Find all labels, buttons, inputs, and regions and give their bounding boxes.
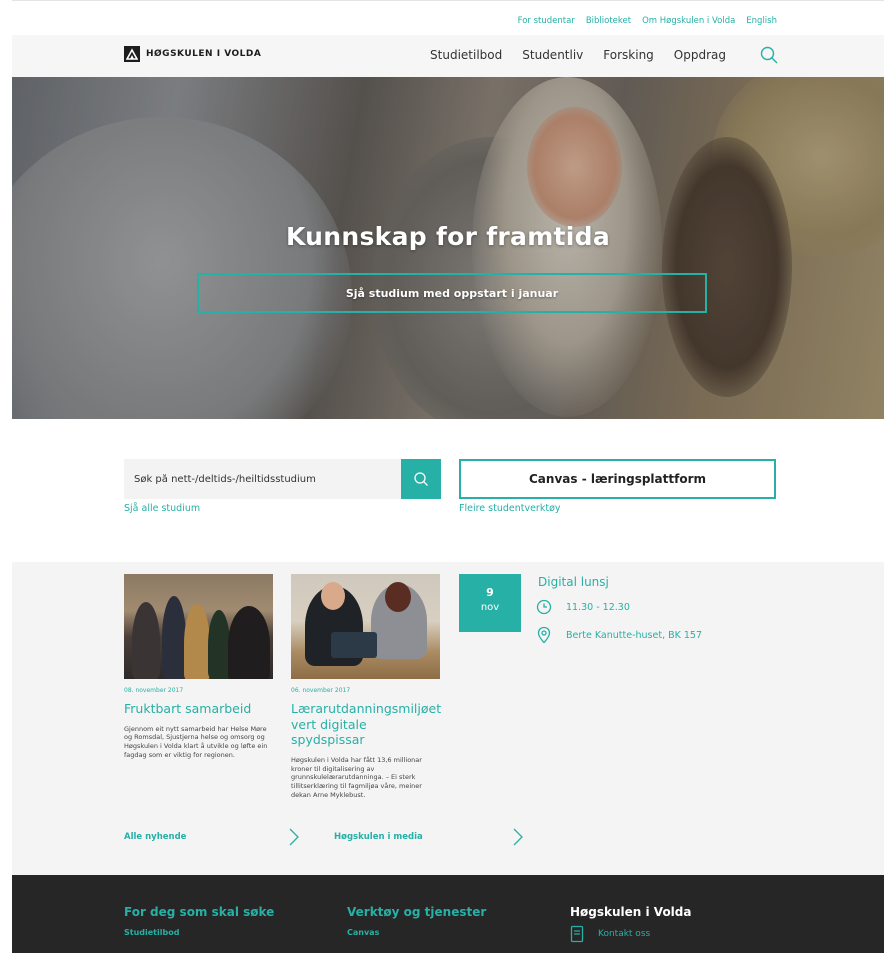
photo-figure xyxy=(184,604,210,679)
news-card[interactable]: 08. november 2017 Fruktbart samarbeid Gj… xyxy=(124,574,274,760)
menu-item-forsking[interactable]: Forsking xyxy=(603,48,654,62)
photo-figure xyxy=(228,606,270,679)
hvo-logo-mark-icon xyxy=(124,46,140,62)
more-student-tools-link[interactable]: Fleire studentverktøy xyxy=(459,503,561,514)
event-time-row: 11.30 - 12.30 xyxy=(536,599,630,615)
news-date: 08. november 2017 xyxy=(124,687,184,694)
all-studies-link[interactable]: Sjå alle studium xyxy=(124,503,200,514)
study-search-button[interactable] xyxy=(401,459,441,499)
news-title[interactable]: Fruktbart samarbeid xyxy=(124,701,274,717)
news-excerpt: Høgskulen i Volda har fått 13,6 milliona… xyxy=(291,755,422,799)
news-excerpt: Gjennom eit nytt samarbeid har Helse Mør… xyxy=(124,724,268,759)
hero-title: Kunnskap for framtida xyxy=(285,222,611,251)
study-search-input[interactable] xyxy=(124,459,401,499)
chevron-right-icon[interactable] xyxy=(288,827,300,847)
all-news-link[interactable]: Alle nyhende xyxy=(124,832,186,842)
phone-book-icon xyxy=(570,925,584,943)
event-place: Berte Kanutte-huset, BK 157 xyxy=(566,629,703,641)
site-logo[interactable]: HØGSKULEN I VOLDA xyxy=(124,46,261,62)
footer-link-canvas[interactable]: Canvas xyxy=(347,928,486,937)
event-time: 11.30 - 12.30 xyxy=(566,601,630,613)
study-search xyxy=(124,459,441,499)
chevron-right-icon[interactable] xyxy=(512,827,524,847)
hero-banner: Kunnskap for framtida Sjå studium med op… xyxy=(12,77,884,419)
event-title[interactable]: Digital lunsj xyxy=(538,575,609,589)
news-date: 06. november 2017 xyxy=(291,687,351,694)
site-footer: For deg som skal søke Studietilbod Verkt… xyxy=(12,875,884,953)
event-month: nov xyxy=(480,602,500,613)
event-place-row: Berte Kanutte-huset, BK 157 xyxy=(536,626,702,644)
logo-text: HØGSKULEN I VOLDA xyxy=(146,49,262,59)
footer-column-apply: For deg som skal søke Studietilbod xyxy=(124,905,274,937)
menu-item-oppdrag[interactable]: Oppdrag xyxy=(674,48,726,62)
footer-column-tools: Verktøy og tjenester Canvas xyxy=(347,905,486,937)
footer-heading: For deg som skal søke xyxy=(124,905,275,919)
link-for-studentar[interactable]: For studentar xyxy=(518,16,575,26)
photo-figure xyxy=(385,582,411,612)
main-navigation: HØGSKULEN I VOLDA Studietilbod Studentli… xyxy=(12,35,884,77)
hero-cta-button[interactable]: Sjå studium med oppstart i januar xyxy=(197,273,707,313)
canvas-button[interactable]: Canvas - læringsplattform xyxy=(459,459,776,499)
link-om-hogskulen[interactable]: Om Høgskulen i Volda xyxy=(642,16,735,26)
photo-figure xyxy=(132,602,160,679)
event-date-badge: 9 nov xyxy=(459,574,521,632)
menu-item-studentliv[interactable]: Studentliv xyxy=(522,48,583,62)
footer-heading: Verktøy og tjenester xyxy=(347,905,487,919)
footer-heading: Høgskulen i Volda xyxy=(570,905,692,919)
header-search-icon[interactable] xyxy=(759,45,779,65)
footer-column-hvo: Høgskulen i Volda Kontakt oss xyxy=(570,905,691,943)
search-icon xyxy=(414,472,428,486)
footer-contact-label: Kontakt oss xyxy=(598,929,651,939)
footer-link-studietilbod[interactable]: Studietilbod xyxy=(124,928,274,937)
news-image xyxy=(124,574,273,679)
utility-bar: For studentar Biblioteket Om Høgskulen i… xyxy=(12,0,884,35)
clock-icon xyxy=(536,599,552,615)
news-title[interactable]: Lærarutdanningsmiljøet vert digitale spy… xyxy=(291,701,441,748)
media-link[interactable]: Høgskulen i media xyxy=(334,832,423,842)
utility-links: For studentar Biblioteket Om Høgskulen i… xyxy=(518,16,777,26)
photo-figure xyxy=(321,582,345,610)
link-biblioteket[interactable]: Biblioteket xyxy=(586,16,631,26)
event-day: 9 xyxy=(486,586,494,599)
news-card[interactable]: 06. november 2017 Lærarutdanningsmiljøet… xyxy=(291,574,441,800)
menu-item-studietilbod[interactable]: Studietilbod xyxy=(430,48,502,62)
main-menu: Studietilbod Studentliv Forsking Oppdrag xyxy=(430,48,774,62)
news-image xyxy=(291,574,440,679)
photo-figure xyxy=(331,632,377,658)
location-pin-icon xyxy=(537,626,551,644)
news-events-section: 08. november 2017 Fruktbart samarbeid Gj… xyxy=(12,562,884,875)
photo-figure xyxy=(208,610,230,679)
link-english[interactable]: English xyxy=(746,16,777,26)
footer-contact-link[interactable]: Kontakt oss xyxy=(570,925,691,943)
photo-figure xyxy=(162,596,186,679)
